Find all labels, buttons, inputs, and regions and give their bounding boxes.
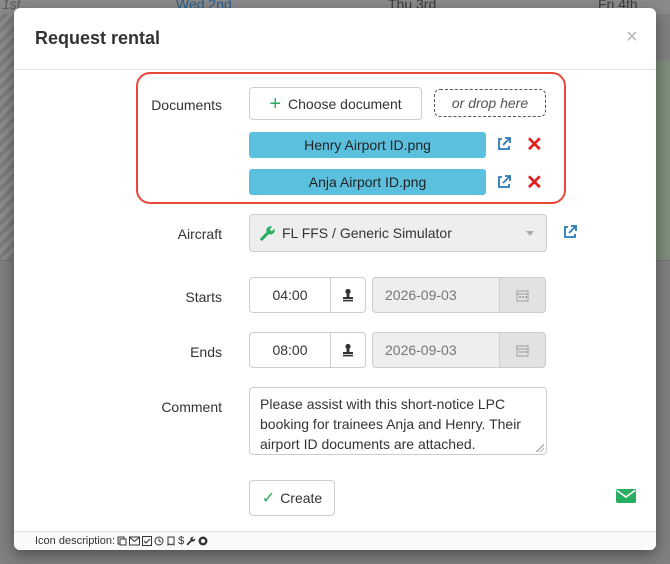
starts-time-input[interactable]: 04:00 xyxy=(249,277,331,313)
choose-document-label: Choose document xyxy=(288,95,402,112)
aircraft-selected-value: FL FFS / Generic Simulator xyxy=(282,225,452,241)
icon-description-label: Icon description: xyxy=(35,535,116,547)
close-icon[interactable]: × xyxy=(626,26,638,49)
comment-text: Please assist with this short-notice LPC… xyxy=(260,396,521,452)
footer-bar: Icon description: $ xyxy=(14,531,656,550)
stamp-icon xyxy=(343,288,353,302)
starts-date-input[interactable]: 2026-09-03 xyxy=(372,277,500,313)
plus-icon: + xyxy=(269,92,282,115)
ends-date-input[interactable]: 2026-09-03 xyxy=(372,332,500,368)
ends-label: Ends xyxy=(190,344,222,360)
icon-description: Icon description: $ xyxy=(35,535,208,547)
modal-header: Request rental × xyxy=(14,8,656,70)
wrench-icon xyxy=(260,226,275,241)
documents-label: Documents xyxy=(151,97,222,113)
calendar-booking-block xyxy=(656,60,670,260)
ends-calendar-button[interactable] xyxy=(500,332,546,368)
starts-calendar-button[interactable] xyxy=(500,277,546,313)
chevron-down-icon xyxy=(526,231,534,236)
create-label: Create xyxy=(280,490,323,506)
comment-textarea[interactable]: Please assist with this short-notice LPC… xyxy=(249,387,547,455)
external-link-icon[interactable] xyxy=(562,224,578,240)
envelope-icon[interactable] xyxy=(616,489,636,503)
request-rental-modal: Request rental × Documents + Choose docu… xyxy=(14,8,656,550)
file-pill-henry[interactable]: Henry Airport ID.png xyxy=(249,132,486,158)
resize-handle[interactable] xyxy=(536,444,544,452)
external-link-icon[interactable] xyxy=(496,174,512,190)
ends-time-picker-button[interactable] xyxy=(331,332,366,368)
wrench-icon xyxy=(186,536,196,546)
calendar-icon xyxy=(516,289,529,302)
headset-icon xyxy=(198,536,208,546)
delete-file-icon[interactable]: ✕ xyxy=(526,135,543,155)
comment-label: Comment xyxy=(161,399,222,415)
history-icon xyxy=(154,536,164,546)
copy-icon xyxy=(117,536,127,546)
modal-title: Request rental xyxy=(35,28,161,48)
check-icon: ✓ xyxy=(261,490,276,507)
file-pill-anja[interactable]: Anja Airport ID.png xyxy=(249,169,486,195)
mail-icon xyxy=(129,536,141,546)
starts-label: Starts xyxy=(185,289,222,305)
delete-file-icon[interactable]: ✕ xyxy=(526,173,543,193)
checkbox-icon xyxy=(142,536,153,546)
receipt-icon xyxy=(167,536,175,546)
aircraft-label: Aircraft xyxy=(177,226,222,242)
dollar-icon: $ xyxy=(178,535,185,547)
stamp-icon xyxy=(343,343,353,357)
starts-time-picker-button[interactable] xyxy=(331,277,366,313)
ends-time-input[interactable]: 08:00 xyxy=(249,332,331,368)
create-button[interactable]: ✓ Create xyxy=(249,480,335,516)
aircraft-select[interactable]: FL FFS / Generic Simulator xyxy=(249,214,547,252)
external-link-icon[interactable] xyxy=(496,136,512,152)
drop-zone[interactable]: or drop here xyxy=(434,89,546,117)
calendar-icon xyxy=(516,344,529,357)
choose-document-button[interactable]: + Choose document xyxy=(249,87,422,120)
